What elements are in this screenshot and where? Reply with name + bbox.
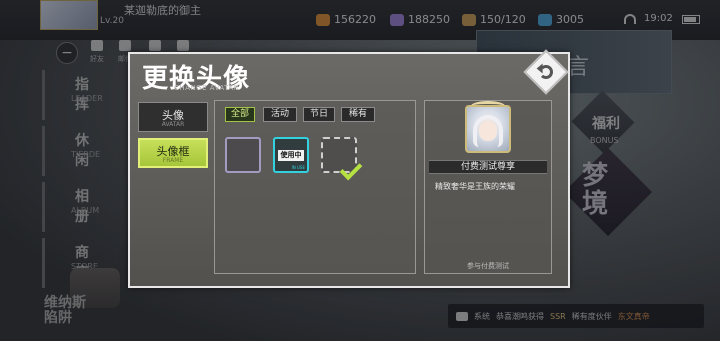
frame-grid: 全部 活动 节日 稀有 使用中 IN USE bbox=[214, 100, 416, 274]
change-avatar-dialog: 更换头像 CHANGE AVATAR 头像 AVATAR 头像框 FRAME 全… bbox=[128, 49, 570, 288]
frame-preview-avatar bbox=[465, 101, 511, 153]
frame-description: 精致奢华是王族的荣耀 bbox=[435, 182, 515, 191]
filter-event[interactable]: 活动 bbox=[263, 107, 297, 122]
filter-all[interactable]: 全部 bbox=[225, 107, 255, 122]
tab-frame[interactable]: 头像框 FRAME bbox=[138, 138, 208, 168]
frame-source: 参与付费测试 bbox=[467, 262, 509, 270]
frame-slot-in-use[interactable]: 使用中 IN USE bbox=[273, 137, 309, 173]
frame-name: 付费测试尊享 bbox=[429, 160, 547, 174]
crown-icon bbox=[471, 101, 505, 111]
check-icon bbox=[339, 157, 363, 181]
back-button[interactable] bbox=[523, 49, 569, 95]
filter-rare[interactable]: 稀有 bbox=[341, 107, 375, 122]
frame-slot-default[interactable] bbox=[225, 137, 261, 173]
frame-detail-panel: 付费测试尊享 精致奢华是王族的荣耀 参与付费测试 bbox=[424, 100, 552, 274]
in-use-badge: 使用中 bbox=[278, 150, 304, 161]
filter-festival[interactable]: 节日 bbox=[303, 107, 335, 122]
frame-slot-premium[interactable] bbox=[321, 137, 363, 181]
dialog-subtitle: CHANGE AVATAR bbox=[174, 84, 240, 92]
tab-avatar[interactable]: 头像 AVATAR bbox=[138, 102, 208, 132]
